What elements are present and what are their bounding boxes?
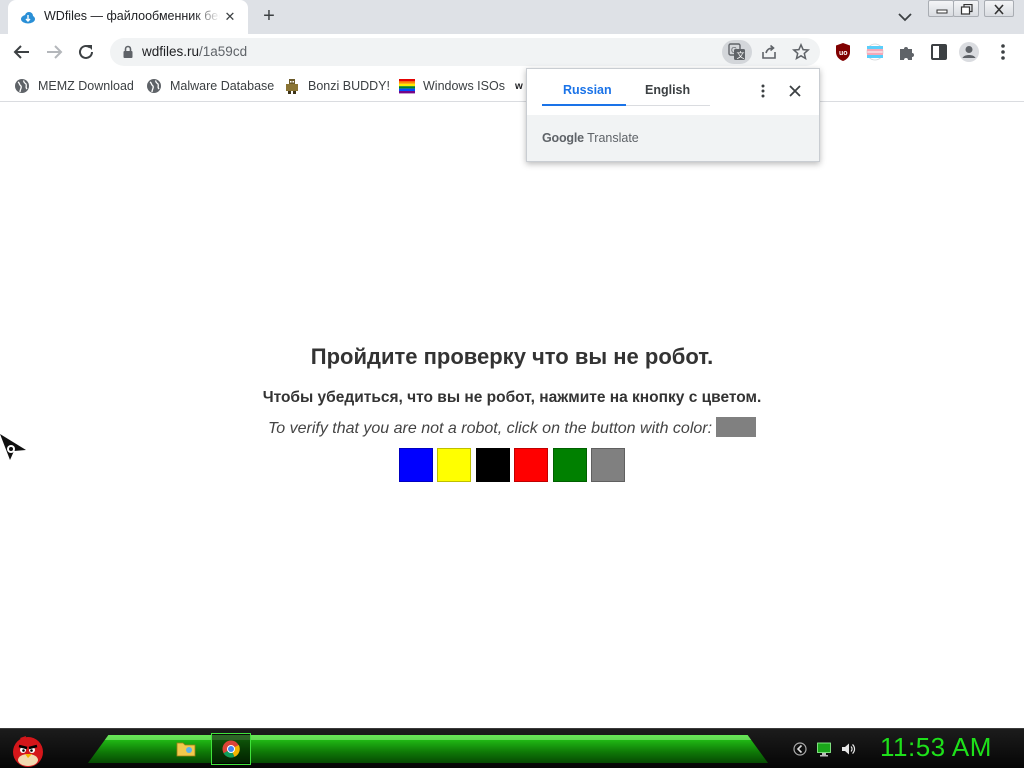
captcha-instruction-en: To verify that you are not a robot, clic… xyxy=(0,417,1024,438)
browser-tab[interactable]: WDfiles — файлообменник бесплатный ✕ xyxy=(8,0,248,34)
tab-search-chevron-icon[interactable] xyxy=(894,9,916,25)
bookmark-partial[interactable]: w xyxy=(515,76,523,96)
start-angry-bird-icon[interactable] xyxy=(8,730,48,768)
tab-close-icon[interactable]: ✕ xyxy=(222,9,238,25)
minimize-button[interactable] xyxy=(928,0,954,17)
network-monitor-icon[interactable] xyxy=(816,741,832,757)
bookmark-label: w xyxy=(515,80,523,92)
globe-icon xyxy=(147,79,161,93)
bookmark-label: Windows ISOs xyxy=(423,79,505,93)
taskbar-clock[interactable]: 11:53 AM xyxy=(880,732,992,763)
bonzi-icon xyxy=(286,79,298,94)
kebab-menu-icon[interactable] xyxy=(992,41,1014,63)
rainbow-flag-icon xyxy=(399,79,415,94)
mouse-cursor-icon xyxy=(0,434,26,460)
reload-icon[interactable] xyxy=(74,40,98,64)
minimize-icon xyxy=(936,9,948,14)
translate-footer: Google Translate xyxy=(527,115,819,161)
captcha-heading: Пройдите проверку что вы не робот. xyxy=(310,344,714,369)
bookmark-memz-download[interactable]: MEMZ Download xyxy=(14,76,134,96)
restore-button[interactable] xyxy=(953,0,979,17)
web-page: Пройдите проверку что вы не робот. Чтобы… xyxy=(0,103,1024,728)
url-path: /1a59cd xyxy=(199,44,248,59)
url-text[interactable]: wdfiles.ru/1a59cd xyxy=(142,44,247,59)
taskbar: 11:53 AM xyxy=(0,728,1024,768)
translate-icon: G 文 xyxy=(728,43,745,60)
captcha-instruction-ru: Чтобы убедиться, что вы не робот, нажмит… xyxy=(262,389,762,406)
close-window-button[interactable] xyxy=(984,0,1014,17)
svg-text:uo: uo xyxy=(839,50,848,57)
lock-icon[interactable] xyxy=(120,44,136,60)
google-wordmark: Google xyxy=(542,131,584,145)
volume-icon[interactable] xyxy=(840,741,856,757)
profile-avatar-icon[interactable] xyxy=(958,41,980,63)
color-button-blue[interactable] xyxy=(399,448,433,482)
pride-flag-extension-icon[interactable] xyxy=(864,41,886,63)
address-bar[interactable]: wdfiles.ru/1a59cd G 文 xyxy=(110,38,820,66)
tab-divider xyxy=(626,105,710,106)
google-translate-brand: Google Translate xyxy=(542,131,639,145)
side-panel-icon[interactable] xyxy=(928,41,950,63)
active-tab-indicator xyxy=(542,104,626,106)
bookmark-star-icon[interactable] xyxy=(792,43,810,61)
tray-expand-icon[interactable] xyxy=(792,741,808,757)
captcha-instruction-en-text: To verify that you are not a robot, clic… xyxy=(267,420,713,437)
translate-popup: Russian English Google Translate xyxy=(526,68,820,162)
share-icon[interactable] xyxy=(760,43,778,61)
color-button-gray[interactable] xyxy=(591,448,625,482)
taskbar-chrome[interactable] xyxy=(211,733,251,765)
tab-title: WDfiles — файлообменник бесплатный xyxy=(44,9,220,23)
globe-icon xyxy=(15,79,29,93)
new-tab-button[interactable]: + xyxy=(258,6,280,28)
bookmark-windows-isos[interactable]: Windows ISOs xyxy=(399,76,505,96)
color-button-green[interactable] xyxy=(553,448,587,482)
bookmark-bonzi-buddy[interactable]: Bonzi BUDDY! xyxy=(284,76,390,96)
extensions-puzzle-icon[interactable] xyxy=(896,41,918,63)
close-icon xyxy=(994,4,1004,15)
tab-target-language[interactable]: English xyxy=(645,83,690,97)
svg-text:文: 文 xyxy=(737,50,745,60)
folder-icon xyxy=(176,742,196,757)
translate-page-button[interactable]: G 文 xyxy=(722,40,752,64)
chrome-icon xyxy=(222,740,240,758)
restore-icon xyxy=(960,4,973,15)
translate-options-icon[interactable] xyxy=(755,83,771,99)
tab-strip: WDfiles — файлообменник бесплатный ✕ + xyxy=(0,0,1024,34)
color-button-red[interactable] xyxy=(514,448,548,482)
browser-toolbar: wdfiles.ru/1a59cd G 文 uo xyxy=(0,34,1024,70)
taskbar-file-explorer[interactable] xyxy=(166,733,206,765)
bookmark-label: MEMZ Download xyxy=(38,79,134,93)
url-domain: wdfiles.ru xyxy=(142,44,200,59)
bookmark-label: Malware Database xyxy=(170,79,275,93)
cloud-favicon-icon xyxy=(21,12,35,24)
tab-source-language[interactable]: Russian xyxy=(563,83,612,97)
translate-close-icon[interactable] xyxy=(787,83,803,99)
color-button-black[interactable] xyxy=(476,448,510,482)
bookmark-malware-database[interactable]: Malware Database xyxy=(146,76,274,96)
target-color-swatch xyxy=(716,417,757,437)
desktop: WDfiles — файлообменник бесплатный ✕ + xyxy=(0,0,1024,768)
back-arrow-icon[interactable] xyxy=(10,40,34,64)
color-button-yellow[interactable] xyxy=(437,448,471,482)
ublock-origin-icon[interactable]: uo xyxy=(832,41,854,63)
translate-wordmark: Translate xyxy=(587,131,639,145)
bookmark-label: Bonzi BUDDY! xyxy=(308,79,390,93)
forward-arrow-icon[interactable] xyxy=(42,40,66,64)
bookmarks-bar: MEMZ Download Malware Database Bonzi BUD… xyxy=(0,70,1024,102)
